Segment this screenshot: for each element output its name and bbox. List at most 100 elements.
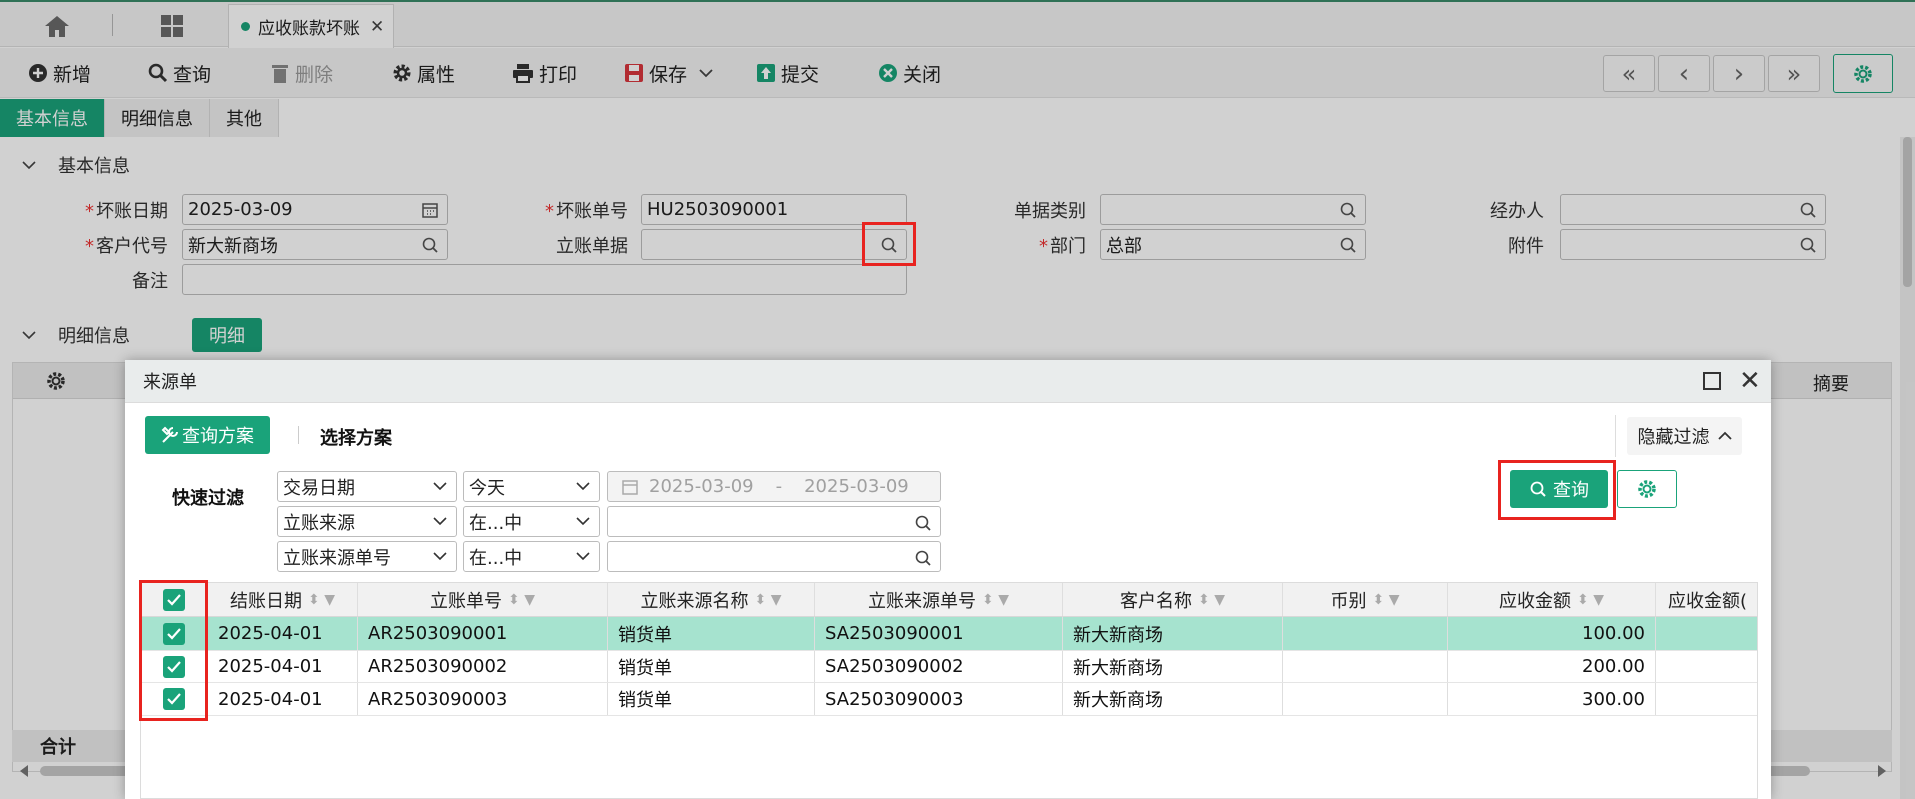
select-plan-link[interactable]: 选择方案 (320, 424, 392, 450)
grid-header-row: 结账日期 ⬍ ▼ 立账单号 ⬍ ▼ 立账来源名称 ⬍ ▼ 立账来源单号 ⬍ ▼ 客户名称… (141, 583, 1757, 617)
query-label: 查询 (173, 63, 212, 86)
detail-info-title: 明细信息 (58, 326, 130, 347)
dialog-query-button[interactable]: 查询 (1510, 470, 1608, 508)
col-source-no[interactable]: 立账来源单号 ⬍ ▼ (815, 583, 1063, 616)
row-select-cell[interactable] (141, 617, 208, 650)
remark-field[interactable] (182, 264, 907, 295)
double-chevron-left-icon: « (1621, 59, 1637, 88)
attributes-button[interactable]: 属性 (392, 58, 455, 88)
cell-customer: 新大新商场 (1063, 617, 1283, 650)
filter-field-select[interactable]: 立账来源单号 (277, 541, 457, 572)
doc-type-field[interactable] (1100, 194, 1366, 225)
chevron-down-icon[interactable] (699, 68, 713, 78)
cell-source-no: SA2503090002 (815, 651, 1063, 682)
sort-filter-icon: ⬍ ▼ (1577, 591, 1604, 608)
maximize-icon[interactable] (1703, 372, 1721, 390)
home-icon[interactable] (40, 12, 74, 40)
cell-customer: 新大新商场 (1063, 683, 1283, 715)
printer-icon (513, 64, 533, 83)
nav-next-button[interactable]: › (1713, 55, 1765, 92)
subtab-basic-info[interactable]: 基本信息 (0, 99, 105, 137)
table-row[interactable]: 2025-04-01 AR2503090002 销货单 SA2503090002… (141, 650, 1757, 683)
select-all-checkbox[interactable] (163, 588, 185, 611)
col-amount-2[interactable]: 应收金额( (1656, 583, 1757, 616)
delete-button[interactable]: 删除 (270, 58, 333, 88)
close-button[interactable]: 关闭 (878, 58, 941, 88)
cell-amount: 100.00 (1448, 617, 1656, 650)
search-icon[interactable] (1339, 201, 1357, 219)
search-icon[interactable] (914, 514, 932, 532)
filter-settings-button[interactable] (1617, 470, 1677, 508)
cell-amount-2 (1656, 617, 1757, 650)
dialog-close-icon[interactable]: ✕ (1739, 366, 1761, 396)
hide-filter-button[interactable]: 隐藏过滤 (1627, 417, 1742, 455)
add-button[interactable]: 新增 (28, 58, 91, 88)
row-checkbox[interactable] (163, 622, 185, 645)
cell-ar-no: AR2503090001 (358, 617, 608, 650)
basic-info-section-header[interactable]: 基本信息 (0, 145, 1900, 185)
search-icon[interactable] (914, 549, 932, 567)
detail-button[interactable]: 明细 (192, 318, 262, 352)
select-all-cell[interactable] (141, 583, 208, 616)
subtab-other[interactable]: 其他 (210, 99, 279, 137)
col-close-date[interactable]: 结账日期 ⬍ ▼ (208, 583, 358, 616)
row-checkbox[interactable] (163, 688, 185, 710)
tab-bad-debt[interactable]: 应收账款坏账 ✕ (228, 4, 394, 48)
close-circle-icon (879, 64, 897, 82)
vertical-scrollbar[interactable] (1900, 137, 1915, 799)
date-sep: - (775, 476, 783, 497)
save-button[interactable]: 保存 (624, 58, 718, 88)
handler-field[interactable] (1560, 194, 1826, 225)
ledger-doc-field[interactable] (641, 229, 907, 260)
gear-icon[interactable] (45, 370, 67, 392)
row-select-cell[interactable] (141, 651, 208, 682)
save-label: 保存 (649, 63, 688, 86)
bad-date-field[interactable]: 2025-03-09 (182, 194, 448, 225)
detail-info-section-header[interactable]: 明细信息 (0, 315, 1900, 355)
tab-bar: 应收账款坏账 ✕ (0, 0, 1915, 48)
table-row[interactable]: 2025-04-01 AR2503090003 销货单 SA2503090003… (141, 683, 1757, 716)
filter-value-input[interactable] (607, 506, 941, 537)
nav-last-button[interactable]: » (1768, 55, 1820, 92)
cell-currency (1283, 651, 1448, 682)
query-button[interactable]: 查询 (148, 58, 211, 88)
col-ar-no[interactable]: 立账单号 ⬍ ▼ (358, 583, 608, 616)
tab-close-icon[interactable]: ✕ (370, 17, 384, 37)
nav-prev-button[interactable]: ‹ (1658, 55, 1710, 92)
calendar-icon[interactable] (421, 201, 439, 219)
submit-label: 提交 (781, 63, 820, 86)
filter-value-input[interactable] (607, 541, 941, 572)
scrollbar-thumb[interactable] (1903, 137, 1912, 287)
subtab-detail-info[interactable]: 明细信息 (105, 99, 210, 137)
col-amount[interactable]: 应收金额 ⬍ ▼ (1448, 583, 1656, 616)
search-icon[interactable] (1339, 236, 1357, 254)
filter-op-select[interactable]: 在...中 (463, 506, 600, 537)
col-customer[interactable]: 客户名称 ⬍ ▼ (1063, 583, 1283, 616)
search-icon[interactable] (421, 236, 439, 254)
grid-icon[interactable] (155, 12, 189, 40)
search-icon[interactable] (1799, 236, 1817, 254)
customer-field[interactable]: 新大新商场 (182, 229, 448, 260)
submit-button[interactable]: 提交 (756, 58, 819, 88)
search-icon[interactable] (880, 236, 898, 254)
dept-field[interactable]: 总部 (1100, 229, 1366, 260)
attach-field[interactable] (1560, 229, 1826, 260)
quick-filter-label: 快速过滤 (172, 488, 244, 509)
filter-op-select[interactable]: 今天 (463, 471, 600, 502)
filter-field-select[interactable]: 交易日期 (277, 471, 457, 502)
table-row[interactable]: 2025-04-01 AR2503090001 销货单 SA2503090001… (141, 617, 1757, 650)
row-checkbox[interactable] (163, 655, 185, 678)
settings-button[interactable] (1833, 54, 1893, 93)
nav-first-button[interactable]: « (1603, 55, 1655, 92)
search-icon[interactable] (1799, 201, 1817, 219)
query-plan-button[interactable]: 查询方案 (145, 416, 270, 454)
row-select-cell[interactable] (141, 683, 208, 715)
filter-date-range[interactable]: 2025-03-09 - 2025-03-09 (607, 471, 941, 502)
print-button[interactable]: 打印 (512, 58, 577, 88)
filter-field-select[interactable]: 立账来源 (277, 506, 457, 537)
filter-op-select[interactable]: 在...中 (463, 541, 600, 572)
cell-currency (1283, 617, 1448, 650)
col-currency[interactable]: 币别 ⬍ ▼ (1283, 583, 1448, 616)
bad-no-field[interactable]: HU2503090001 (641, 194, 907, 225)
col-source-name[interactable]: 立账来源名称 ⬍ ▼ (608, 583, 815, 616)
